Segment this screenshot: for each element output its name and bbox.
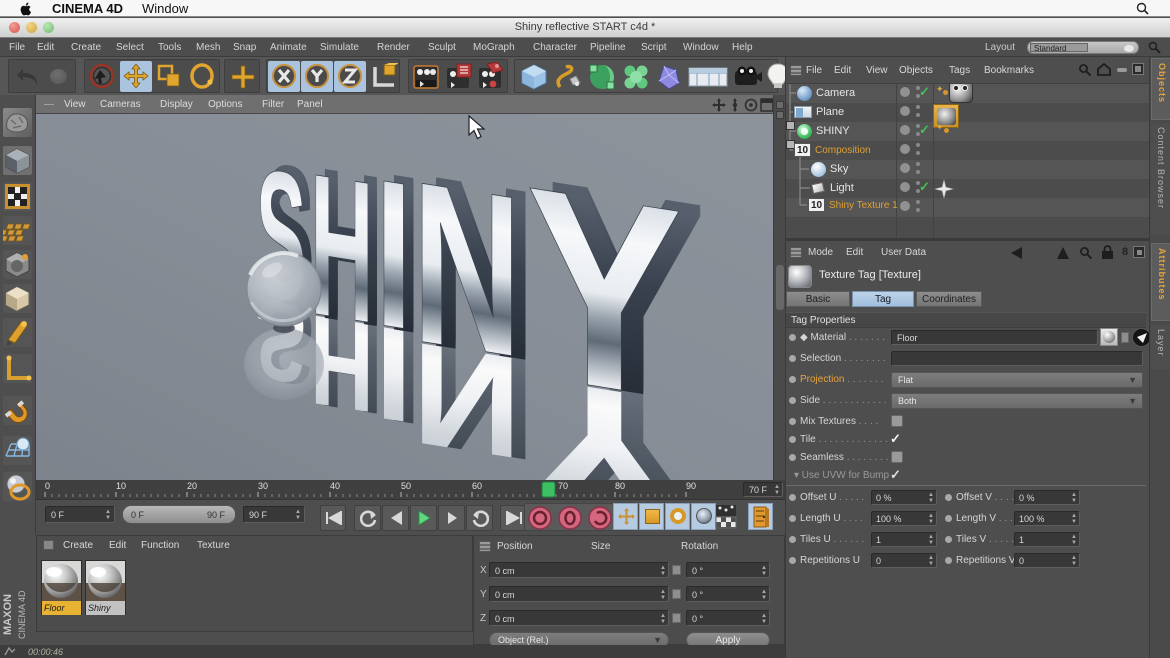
svg-text:0: 0 (45, 481, 50, 491)
svg-text:N: N (412, 133, 522, 407)
svg-text:H: H (310, 132, 374, 367)
svg-text:40: 40 (330, 481, 340, 491)
svg-text:90: 90 (686, 481, 696, 491)
svg-text:I: I (375, 135, 412, 375)
svg-text:50: 50 (401, 481, 411, 491)
svg-text:60: 60 (472, 481, 482, 491)
svg-text:10: 10 (116, 481, 126, 491)
svg-text:30: 30 (258, 481, 268, 491)
svg-text:70: 70 (558, 481, 568, 491)
svg-text:20: 20 (187, 481, 197, 491)
svg-text:Y: Y (526, 129, 683, 459)
svg-text:80: 80 (615, 481, 625, 491)
